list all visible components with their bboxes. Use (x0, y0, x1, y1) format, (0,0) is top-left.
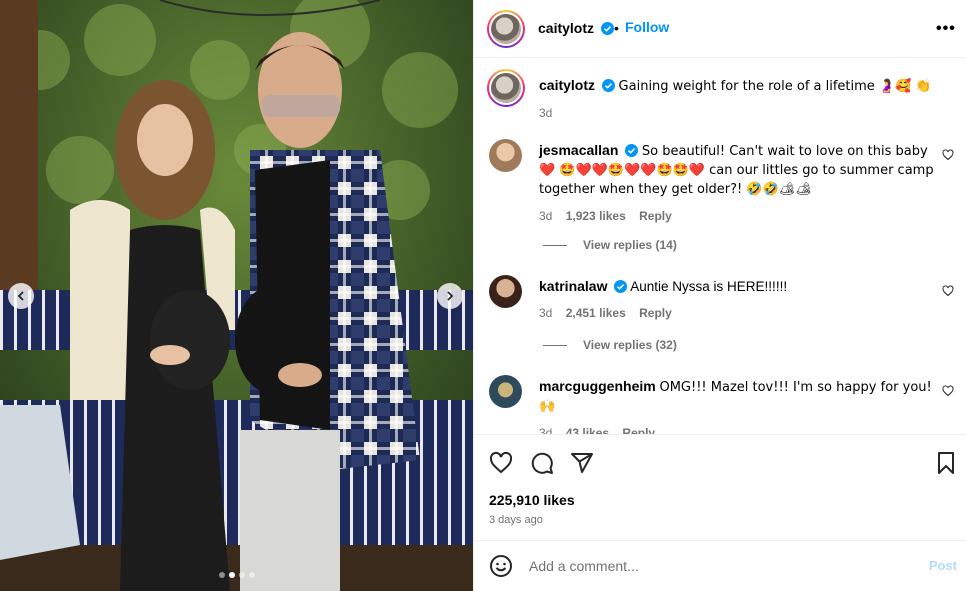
view-replies-button[interactable]: View replies (32) (543, 338, 677, 352)
comment-likes[interactable]: 2,451 likes (566, 306, 626, 320)
reply-button[interactable]: Reply (622, 426, 655, 434)
author-username[interactable]: caitylotz (538, 20, 594, 36)
like-comment-heart-icon[interactable] (942, 149, 954, 161)
post-comment-button[interactable]: Post (929, 558, 957, 573)
save-bookmark-icon[interactable] (934, 451, 958, 475)
carousel-indicator (0, 572, 473, 578)
commenter-avatar[interactable] (489, 275, 522, 308)
author-avatar[interactable] (487, 10, 525, 48)
verified-badge-icon (625, 144, 639, 157)
comment-input[interactable] (529, 556, 909, 576)
carousel-dot (238, 572, 245, 578)
like-comment-heart-icon[interactable] (942, 385, 954, 397)
reply-button[interactable]: Reply (639, 306, 672, 320)
post-photo (0, 0, 473, 591)
comment-text: Auntie Nyssa is HERE!!!!!! (630, 279, 788, 294)
share-send-icon[interactable] (570, 451, 594, 475)
emoji-picker-icon[interactable] (489, 554, 513, 578)
commenter-avatar[interactable] (489, 139, 522, 172)
chevron-right-icon (447, 291, 454, 301)
caption-author-avatar[interactable] (487, 69, 525, 107)
post-actions: 225,910 likes 3 days ago (474, 434, 966, 541)
commenter-username[interactable]: marcguggenheim (539, 378, 656, 394)
comment-bubble-icon[interactable] (530, 451, 554, 475)
commenter-username[interactable]: katrinalaw (539, 278, 607, 294)
carousel-dot (218, 572, 225, 578)
more-options-button[interactable]: ••• (936, 20, 956, 38)
post-header: caitylotz • Follow ••• (474, 0, 966, 58)
follow-button[interactable]: Follow (625, 19, 669, 35)
verified-badge-icon (601, 79, 615, 92)
add-comment-bar: Post (474, 541, 966, 591)
chevron-left-icon (17, 291, 24, 301)
author-username-row: caitylotz (538, 20, 614, 36)
comment-time[interactable]: 3d (539, 426, 552, 434)
like-heart-icon[interactable] (489, 451, 513, 475)
like-comment-heart-icon[interactable] (942, 285, 954, 297)
comment-likes[interactable]: 1,923 likes (566, 209, 626, 223)
caption-text: Gaining weight for the role of a lifetim… (618, 79, 932, 94)
comments-list[interactable]: caitylotz Gaining weight for the role of… (474, 59, 966, 434)
commenter-avatar[interactable] (489, 375, 522, 408)
comment-time[interactable]: 3d (539, 209, 552, 223)
view-replies-label: View replies (32) (583, 338, 677, 352)
photo-scene (0, 0, 473, 591)
comment-time[interactable]: 3d (539, 306, 552, 320)
caption-time[interactable]: 3d (539, 106, 552, 120)
carousel-dot (248, 572, 255, 578)
comment-likes[interactable]: 43 likes (566, 426, 609, 434)
like-count[interactable]: 225,910 likes (489, 492, 575, 508)
view-replies-button[interactable]: View replies (14) (543, 238, 677, 252)
post-details-panel: caitylotz • Follow ••• caitylotz Gaining… (473, 0, 966, 591)
verified-badge-icon (614, 280, 628, 293)
verified-badge-icon (600, 22, 614, 35)
carousel-prev-button[interactable] (8, 283, 34, 309)
separator-dot: • (614, 20, 619, 36)
reply-button[interactable]: Reply (639, 209, 672, 223)
view-replies-label: View replies (14) (583, 238, 677, 252)
post-timestamp[interactable]: 3 days ago (489, 514, 543, 526)
commenter-username[interactable]: jesmacallan (539, 142, 618, 158)
carousel-dot (228, 572, 235, 578)
caption-username[interactable]: caitylotz (539, 77, 595, 93)
carousel-next-button[interactable] (437, 283, 463, 309)
